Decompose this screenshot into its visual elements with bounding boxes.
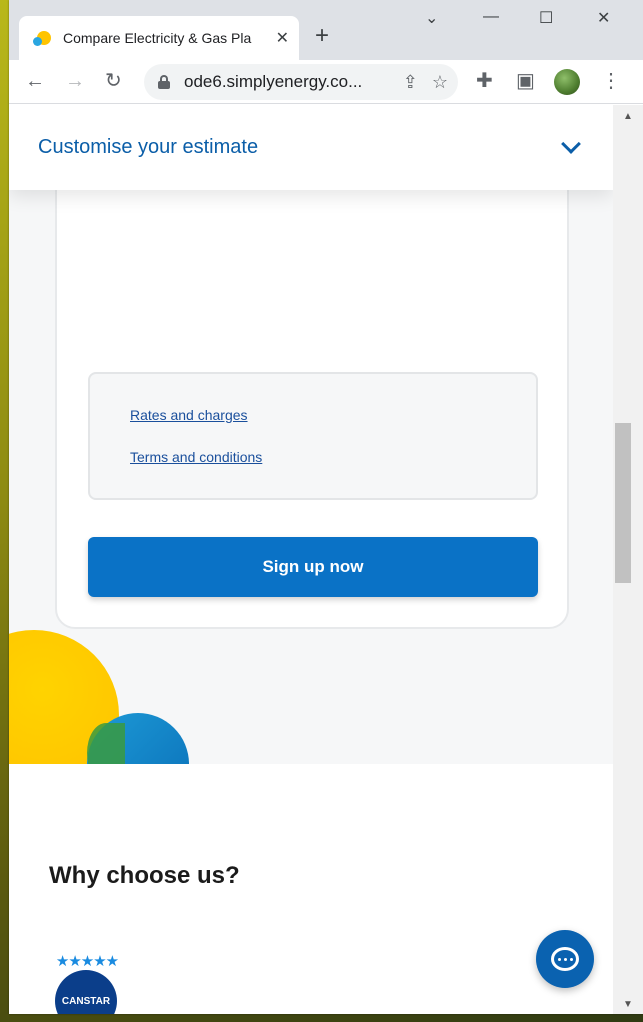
url-text[interactable]: ode6.simplyenergy.co... [184, 72, 389, 92]
tab-search-icon[interactable]: ⌄ [425, 8, 438, 28]
canstar-seal [55, 970, 117, 1014]
maximize-icon[interactable]: ☐ [539, 8, 553, 28]
why-choose-us-heading: Why choose us? [49, 862, 240, 889]
customise-estimate-bar[interactable]: Customise your estimate [9, 105, 613, 190]
minimize-icon[interactable]: — [483, 8, 499, 26]
canstar-award-badge: ★★★★★ CANSTAR [47, 952, 127, 1014]
plan-card: Rates and charges Terms and conditions S… [55, 135, 569, 629]
scroll-down-arrow-icon[interactable]: ▼ [623, 999, 633, 1010]
lock-icon [158, 75, 170, 89]
tab-strip: Compare Electricity & Gas Pla ✕ + ⌄ — ☐ … [9, 0, 643, 60]
chevron-down-icon[interactable] [561, 133, 581, 154]
customise-estimate-title: Customise your estimate [38, 136, 259, 158]
chat-icon [551, 947, 579, 971]
plan-links-box: Rates and charges Terms and conditions [88, 372, 538, 500]
side-panel-icon[interactable]: ▣ [516, 69, 535, 93]
browser-toolbar: ← → ↻ ode6.simplyenergy.co... ⇪ ☆ ✚ ▣ ⋮ [9, 60, 643, 104]
web-page: Rates and charges Terms and conditions S… [9, 105, 613, 1014]
star-rating-icon: ★★★★★ [55, 953, 119, 970]
menu-kebab-icon[interactable]: ⋮ [601, 69, 621, 93]
bookmark-star-icon[interactable]: ☆ [432, 72, 448, 93]
scrollbar-thumb[interactable] [615, 423, 631, 583]
sign-up-button[interactable]: Sign up now [88, 537, 538, 597]
scroll-up-arrow-icon[interactable]: ▲ [623, 111, 633, 122]
profile-avatar[interactable] [554, 69, 580, 95]
close-tab-icon[interactable]: ✕ [276, 28, 289, 48]
extensions-icon[interactable]: ✚ [476, 69, 493, 93]
terms-and-conditions-link[interactable]: Terms and conditions [130, 449, 262, 465]
browser-window: Compare Electricity & Gas Pla ✕ + ⌄ — ☐ … [9, 0, 643, 1014]
reload-icon[interactable]: ↻ [105, 69, 122, 93]
forward-icon[interactable]: → [65, 69, 85, 93]
browser-tab[interactable]: Compare Electricity & Gas Pla ✕ [19, 16, 299, 60]
back-icon[interactable]: ← [25, 69, 45, 93]
simplyenergy-favicon-icon [33, 29, 51, 47]
new-tab-button[interactable]: + [315, 24, 329, 48]
canstar-label: CANSTAR [61, 996, 111, 1007]
tab-title: Compare Electricity & Gas Pla [63, 30, 252, 46]
share-icon[interactable]: ⇪ [403, 72, 418, 93]
page-scrollbar[interactable]: ▲ ▼ [613, 105, 643, 1014]
rates-and-charges-link[interactable]: Rates and charges [130, 407, 248, 423]
chat-button[interactable] [536, 930, 594, 988]
window-close-icon[interactable]: ✕ [597, 8, 610, 28]
address-bar[interactable]: ode6.simplyenergy.co... ⇪ ☆ [144, 64, 458, 100]
